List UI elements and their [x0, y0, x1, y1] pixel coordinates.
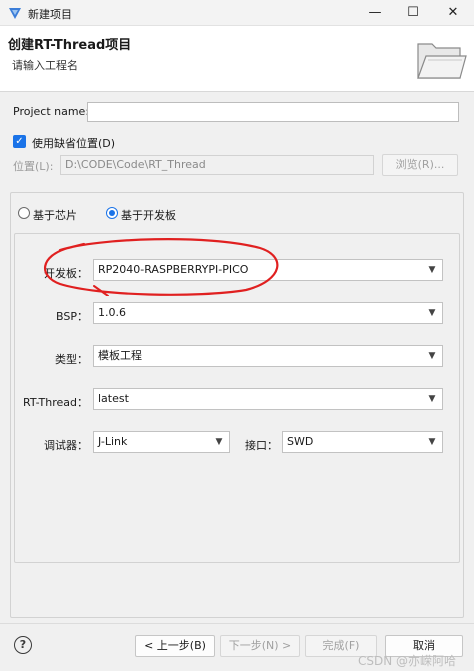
wizard-footer: ? < 上一步(B) 下一步(N) > 完成(F) 取消 CSDN @亦嵘阿哈: [0, 623, 474, 671]
red-highlight-annotation: [43, 238, 279, 296]
chip-radio[interactable]: [18, 207, 30, 219]
wizard-header: 创建RT-Thread项目 请输入工程名: [0, 26, 474, 92]
chevron-down-icon: ▼: [428, 265, 436, 275]
chevron-down-icon: ▼: [428, 308, 436, 318]
page-title: 创建RT-Thread项目: [8, 38, 132, 53]
back-button[interactable]: < 上一步(B): [135, 635, 215, 657]
type-select[interactable]: 模板工程 ▼: [93, 345, 443, 367]
location-input[interactable]: D:\CODE\Code\RT_Thread: [60, 155, 374, 175]
rtthread-label: RT-Thread：: [23, 396, 88, 409]
chevron-down-icon: ▼: [428, 351, 436, 361]
browse-button[interactable]: 浏览(R)...: [382, 154, 458, 176]
next-button[interactable]: 下一步(N) >: [220, 635, 300, 657]
project-name-input[interactable]: [87, 102, 459, 122]
wizard-content: Project name: ✓ 使用缺省位置(D) 位置(L): D:\CODE…: [0, 93, 474, 623]
chevron-down-icon: ▼: [428, 437, 436, 447]
rtthread-select[interactable]: latest ▼: [93, 388, 443, 410]
bsp-label: BSP：: [56, 310, 88, 323]
rtthread-select-value: latest: [98, 392, 129, 405]
location-label: 位置(L):: [13, 160, 54, 173]
help-icon[interactable]: ?: [14, 636, 32, 654]
project-name-label: Project name:: [13, 105, 90, 118]
bsp-select-value: 1.0.6: [98, 306, 126, 319]
debugger-select-value: J-Link: [98, 435, 128, 448]
window-title: 新建项目: [28, 8, 72, 21]
chevron-down-icon: ▼: [428, 394, 436, 404]
title-bar: 新建项目 — ☐ ✕: [0, 0, 474, 26]
watermark-text: CSDN @亦嵘阿哈: [357, 654, 456, 668]
use-default-location-label: 使用缺省位置(D): [32, 137, 116, 150]
close-button[interactable]: ✕: [436, 2, 470, 24]
debugger-label: 调试器：: [44, 439, 88, 452]
board-radio[interactable]: [106, 207, 118, 219]
chip-radio-label: 基于芯片: [33, 209, 77, 222]
minimize-button[interactable]: —: [358, 2, 392, 24]
folder-icon: [417, 43, 467, 79]
maximize-button[interactable]: ☐: [396, 2, 430, 24]
type-select-value: 模板工程: [98, 349, 142, 362]
page-subtitle: 请输入工程名: [12, 59, 78, 72]
debugger-select[interactable]: J-Link ▼: [93, 431, 230, 453]
interface-select-value: SWD: [287, 435, 314, 448]
board-radio-label: 基于开发板: [121, 209, 176, 222]
interface-label: 接口：: [245, 439, 278, 452]
type-label: 类型：: [55, 353, 88, 366]
bsp-select[interactable]: 1.0.6 ▼: [93, 302, 443, 324]
interface-select[interactable]: SWD ▼: [282, 431, 443, 453]
use-default-location-checkbox[interactable]: ✓: [13, 135, 26, 148]
app-logo-icon: [9, 8, 21, 19]
chevron-down-icon: ▼: [215, 437, 223, 447]
